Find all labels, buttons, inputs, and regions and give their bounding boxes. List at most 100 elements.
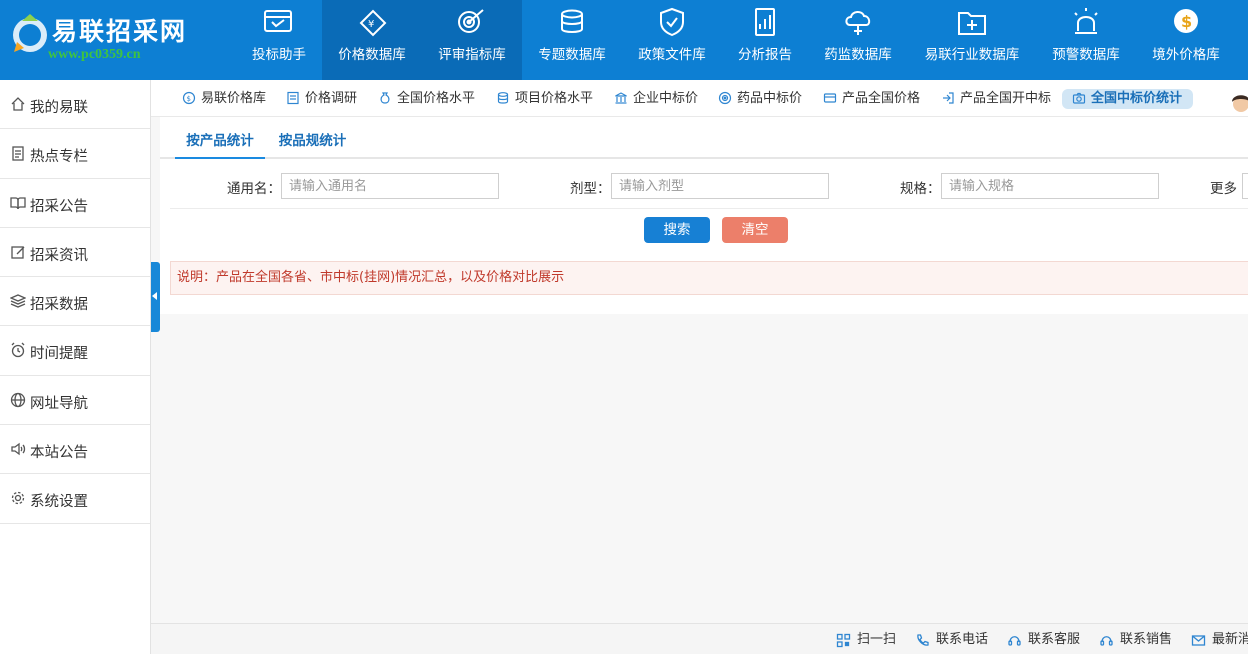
- nav-warning-database[interactable]: 预警数据库: [1040, 0, 1132, 80]
- report-icon: [287, 91, 299, 105]
- tab-by-specification[interactable]: 按品规统计: [270, 127, 355, 159]
- money-bag-icon: [380, 92, 390, 104]
- sidebar-item-reminders[interactable]: 时间提醒: [0, 326, 150, 376]
- sidebar-collapse-toggle[interactable]: [151, 262, 160, 332]
- search-button[interactable]: 搜索: [644, 217, 710, 243]
- more-filters-select[interactable]: [1242, 173, 1248, 199]
- document-icon: [12, 146, 24, 161]
- footer-label: 扫一扫: [857, 632, 897, 647]
- nav-industry-database[interactable]: 易联行业数据库: [912, 0, 1032, 80]
- site-logo[interactable]: 易联招采网 www.pc0359.cn: [0, 0, 222, 80]
- sidebar-item-label: 网址导航: [30, 395, 88, 412]
- form-divider: [170, 208, 1248, 209]
- search-panel: 按产品统计 按品规统计 通用名： 剂型： 规格： 更多 搜索 清空 说明：产品在…: [160, 117, 1248, 314]
- dosage-form-input[interactable]: [611, 173, 829, 199]
- top-navigation-bar: 易联招采网 www.pc0359.cn 投标助手 ¥ 价格数据库 评审指标库 专…: [0, 0, 1248, 80]
- review-indicator-icon: [458, 9, 484, 33]
- subtab-label: 全国中标价统计: [1091, 91, 1183, 106]
- collapse-arrow-icon: [152, 292, 157, 300]
- nav-label: 分析报告: [738, 47, 792, 63]
- globe-icon: [10, 392, 26, 407]
- home-icon: [11, 97, 25, 111]
- nav-analysis-report[interactable]: 分析报告: [723, 0, 807, 80]
- sidebar-item-label: 系统设置: [30, 494, 88, 511]
- industry-database-icon: [958, 12, 986, 35]
- sidebar-item-announcements[interactable]: 招采公告: [0, 179, 150, 228]
- sidebar-item-label: 时间提醒: [30, 346, 88, 363]
- sidebar-item-label: 招采资讯: [30, 247, 88, 264]
- warning-database-icon: [1074, 8, 1098, 34]
- nav-label: 专题数据库: [538, 47, 606, 63]
- target-icon: [718, 91, 732, 105]
- nav-bid-assistant[interactable]: 投标助手: [237, 0, 321, 80]
- nav-label: 预警数据库: [1052, 47, 1120, 63]
- coin-icon: $: [182, 91, 196, 105]
- mail-icon: [1191, 635, 1206, 646]
- subtab-label: 项目价格水平: [515, 91, 594, 106]
- subtab-label: 全国价格水平: [397, 91, 476, 106]
- analysis-report-icon: [755, 8, 775, 36]
- svg-text:$: $: [1181, 12, 1192, 31]
- more-filters-label: 更多: [1210, 181, 1237, 197]
- description-note: 说明：产品在全国各省、市中标(挂网)情况汇总，以及价格对比展示: [170, 261, 1248, 295]
- database-icon: [497, 92, 509, 104]
- subtab-national-bid-price-statistics[interactable]: 全国中标价统计: [1062, 89, 1193, 109]
- nav-label: 政策文件库: [638, 47, 706, 63]
- sidebar-item-news[interactable]: 招采资讯: [0, 228, 150, 278]
- nav-label: 境外价格库: [1152, 47, 1220, 63]
- sidebar-item-url-navigation[interactable]: 网址导航: [0, 376, 150, 426]
- camera-icon: [1072, 92, 1086, 104]
- left-sidebar: 我的易联 热点专栏 招采公告 招采资讯 招采数据 时间提醒 网址导航 本站公告 …: [0, 80, 151, 654]
- topic-database-icon: [561, 9, 583, 33]
- footer-label: 联系销售: [1120, 632, 1173, 647]
- policy-file-icon: [660, 7, 684, 37]
- nav-foreign-price[interactable]: $ 境外价格库: [1140, 0, 1232, 80]
- drug-supervision-icon: [845, 11, 871, 35]
- sidebar-item-label: 招采公告: [30, 198, 88, 215]
- phone-icon: [917, 634, 929, 646]
- specification-label: 规格：: [900, 181, 941, 197]
- bank-icon: [615, 92, 627, 104]
- nav-price-database[interactable]: ¥ 价格数据库: [322, 0, 422, 80]
- generic-name-input[interactable]: [281, 173, 499, 199]
- nav-label: 评审指标库: [438, 47, 506, 63]
- alarm-clock-icon: [11, 343, 25, 358]
- footer-bar: 扫一扫 联系电话 联系客服 联系销售 最新消: [151, 623, 1248, 654]
- sales-icon: [1100, 636, 1113, 646]
- sidebar-item-label: 本站公告: [30, 445, 88, 462]
- sidebar-item-label: 招采数据: [30, 297, 88, 314]
- bid-assistant-icon: [264, 10, 292, 32]
- specification-input[interactable]: [941, 173, 1159, 199]
- svg-text:¥: ¥: [368, 19, 374, 30]
- footer-label: 最新消: [1212, 632, 1248, 647]
- nav-topic-database[interactable]: 专题数据库: [524, 0, 620, 80]
- qr-code-icon: [836, 633, 851, 648]
- sidebar-item-data[interactable]: 招采数据: [0, 277, 150, 327]
- nav-review-indicator[interactable]: 评审指标库: [422, 0, 522, 80]
- subtab-label: 药品中标价: [737, 91, 803, 106]
- nav-drug-supervision[interactable]: 药监数据库: [810, 0, 906, 80]
- nav-label: 药监数据库: [824, 47, 892, 63]
- clear-button[interactable]: 清空: [722, 217, 788, 243]
- gear-icon: [11, 492, 25, 505]
- subtab-label: 产品全国价格: [842, 91, 921, 106]
- site-name: 易联招采网: [52, 17, 188, 46]
- nav-policy-file[interactable]: 政策文件库: [624, 0, 720, 80]
- edit-icon: [11, 246, 25, 259]
- sidebar-item-my-yilian[interactable]: 我的易联: [0, 80, 150, 130]
- sidebar-item-label: 我的易联: [30, 100, 88, 116]
- tab-by-product[interactable]: 按产品统计: [175, 127, 265, 159]
- sidebar-item-settings[interactable]: 系统设置: [0, 474, 150, 524]
- nav-label: 投标助手: [252, 47, 306, 63]
- login-icon: [943, 92, 954, 104]
- logo-mark-icon: [13, 14, 47, 52]
- foreign-price-icon: $: [1174, 9, 1198, 33]
- layers-icon: [10, 294, 26, 308]
- sidebar-item-label: 热点专栏: [30, 149, 88, 166]
- sidebar-item-hot-topics[interactable]: 热点专栏: [0, 129, 150, 179]
- sidebar-item-site-notice[interactable]: 本站公告: [0, 425, 150, 475]
- nav-label: 易联行业数据库: [924, 47, 1020, 63]
- footer-label: 联系电话: [936, 632, 989, 647]
- subtab-label: 易联价格库: [201, 91, 267, 106]
- book-icon: [10, 196, 26, 209]
